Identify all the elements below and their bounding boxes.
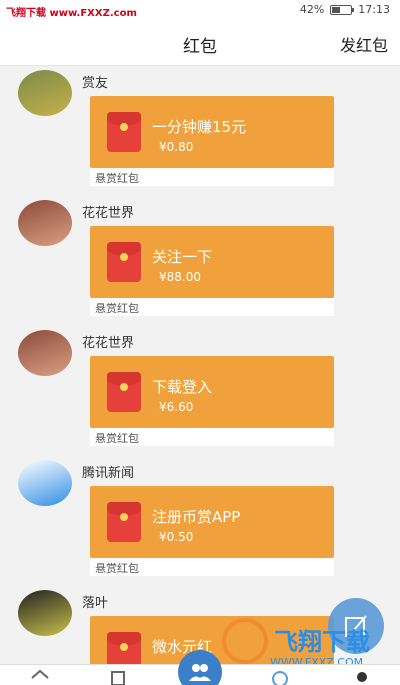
card-footer: 悬赏红包 — [90, 168, 334, 186]
reward-tag: 悬赏红包 — [95, 562, 139, 575]
battery-level — [332, 6, 341, 13]
red-envelope-icon — [107, 242, 141, 282]
red-packet-title: 一分钟赚15元 — [152, 118, 247, 136]
avatar[interactable] — [18, 330, 72, 376]
watermark-logo-icon — [222, 618, 268, 664]
feed-item[interactable]: 花花世界关注一下 ¥88.00 悬赏红包 — [0, 196, 400, 326]
red-packet-card[interactable]: 关注一下 ¥88.00 — [90, 226, 334, 298]
avatar[interactable] — [18, 70, 72, 116]
envelope-coin — [120, 513, 128, 521]
feed-item[interactable]: 赏友一分钟赚15元 ¥0.80 悬赏红包 — [0, 66, 400, 196]
red-envelope-icon — [107, 372, 141, 412]
red-packet-title: 下载登入 — [152, 378, 213, 396]
red-packet-card[interactable]: 一分钟赚15元 ¥0.80 — [90, 96, 334, 168]
red-packet-feed[interactable]: 赏友 一分钟赚15元 ¥0.80 悬赏红包 花花世界 关注一下 ¥88.00 悬赏红包 花花世界… — [0, 66, 400, 664]
reward-tag: 悬赏红包 — [95, 302, 139, 315]
avatar[interactable] — [18, 460, 72, 506]
message-icon[interactable] — [108, 669, 128, 685]
clock: 17:13 — [358, 3, 390, 16]
user-name: 花花世界 — [82, 206, 135, 221]
reward-tag: 悬赏红包 — [95, 432, 139, 445]
feed-item[interactable]: 花花世界下载登入 ¥6.60 悬赏红包 — [0, 326, 400, 456]
user-name: 花花世界 — [82, 336, 135, 351]
envelope-coin — [120, 643, 128, 651]
user-name: 赏友 — [82, 76, 109, 91]
reward-tag: 悬赏红包 — [95, 172, 139, 185]
card-footer: 悬赏红包 — [90, 298, 334, 316]
envelope-coin — [120, 253, 128, 261]
envelope-coin — [120, 383, 128, 391]
red-packet-title: 注册币赏APP — [152, 508, 241, 526]
profile-icon[interactable] — [352, 669, 372, 685]
watermark-brand: 飞翔下载 — [274, 628, 370, 656]
red-packet-amount: ¥0.50 — [159, 530, 194, 544]
avatar[interactable] — [18, 200, 72, 246]
feed-item[interactable]: 腾讯新闻注册币赏APP ¥0.50 悬赏红包 — [0, 456, 400, 586]
app-header: 红包 发红包 — [0, 20, 400, 66]
user-name: 腾讯新闻 — [82, 466, 135, 481]
send-red-packet-button[interactable]: 发红包 — [340, 32, 388, 56]
red-envelope-icon — [107, 112, 141, 152]
user-name: 落叶 — [82, 596, 109, 611]
red-packet-amount: ¥88.00 — [159, 270, 201, 284]
battery-icon — [330, 4, 355, 15]
red-packet-amount: ¥6.60 — [159, 400, 194, 414]
red-packet-card[interactable]: 注册币赏APP ¥0.50 — [90, 486, 334, 558]
red-packet-card[interactable]: 下载登入 ¥6.60 — [90, 356, 334, 428]
avatar[interactable] — [18, 590, 72, 636]
users-icon — [189, 664, 211, 681]
red-envelope-icon — [107, 502, 141, 542]
status-bar: 飞翔下载 www.FXXZ.com 42% 17:13 — [0, 0, 400, 20]
home-icon[interactable] — [30, 669, 50, 685]
battery-percent: 42% — [299, 3, 325, 16]
red-envelope-icon — [107, 632, 141, 664]
card-footer: 悬赏红包 — [90, 428, 334, 446]
card-footer: 悬赏红包 — [90, 558, 334, 576]
red-packet-title: 关注一下 — [152, 248, 213, 266]
watermark-text: 飞翔下载 www.FXXZ.com — [6, 8, 137, 19]
red-packet-amount: ¥0.80 — [159, 140, 194, 154]
status-indicators: 42% 17:13 — [300, 3, 390, 16]
envelope-coin — [120, 123, 128, 131]
discover-icon[interactable] — [270, 669, 290, 685]
